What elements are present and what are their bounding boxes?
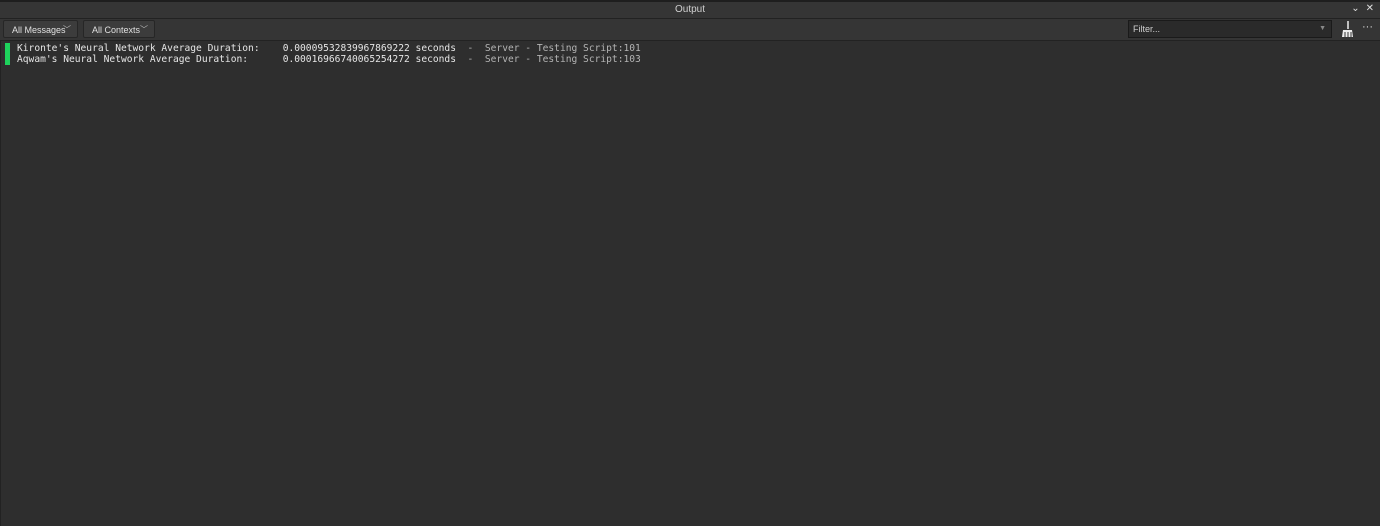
chevron-down-icon: ﹀ — [63, 25, 71, 34]
filter-input[interactable]: Filter... ▼ — [1128, 20, 1332, 38]
log-message: Aqwam's Neural Network Average Duration:… — [17, 54, 456, 65]
more-options-icon[interactable]: ··· — [1362, 21, 1373, 33]
contexts-filter-label: All Contexts — [92, 25, 141, 35]
chevron-down-icon: ﹀ — [140, 25, 148, 34]
output-toolbar: All Messages ﹀ All Contexts ﹀ Filter... … — [0, 19, 1380, 41]
dropdown-arrow-icon[interactable]: ▼ — [1319, 21, 1326, 37]
output-log — [0, 41, 1380, 526]
log-source[interactable]: - Server - Testing Script:101 — [456, 43, 641, 54]
window-title: Output — [674, 4, 706, 15]
messages-filter-label: All Messages — [12, 25, 66, 35]
log-line: Kironte's Neural Network Average Duratio… — [17, 43, 641, 54]
clear-output-broom-icon[interactable] — [1340, 21, 1354, 38]
output-title-bar: Output ⌄ ✕ — [0, 2, 1380, 19]
chevron-down-icon[interactable]: ⌄ — [1351, 3, 1359, 14]
log-source[interactable]: - Server - Testing Script:103 — [456, 54, 641, 65]
info-marker — [5, 43, 10, 65]
close-icon[interactable]: ✕ — [1366, 3, 1374, 14]
contexts-filter-dropdown[interactable]: All Contexts ﹀ — [83, 20, 155, 38]
messages-filter-dropdown[interactable]: All Messages ﹀ — [3, 20, 78, 38]
log-line: Aqwam's Neural Network Average Duration:… — [17, 54, 641, 65]
log-message: Kironte's Neural Network Average Duratio… — [17, 43, 456, 54]
filter-placeholder: Filter... — [1133, 24, 1161, 34]
